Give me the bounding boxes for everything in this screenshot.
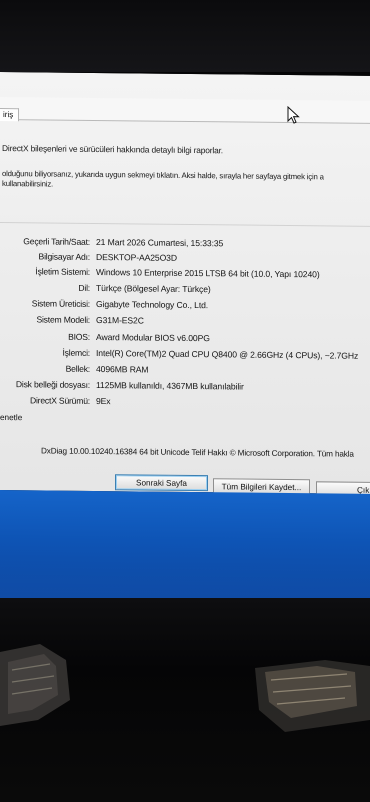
info-label: Geçerli Tarih/Saat: [23, 236, 90, 247]
desk-object-right [255, 660, 370, 732]
mouse-pointer-icon [287, 106, 300, 124]
next-page-button[interactable]: Sonraki Sayfa [115, 474, 208, 492]
info-row-directx: DirectX Sürümü: 9Ex [0, 395, 370, 414]
divider [0, 222, 370, 227]
intro-text: DirectX bileşenleri ve sürücüleri hakkın… [2, 143, 223, 156]
info-value: Gigabyte Technology Co., Ltd. [96, 299, 209, 311]
dxdiag-window: iriş DirectX bileşenleri ve sürücüleri h… [0, 72, 370, 499]
monitor-screen: iriş DirectX bileşenleri ve sürücüleri h… [0, 72, 370, 604]
desk-object-left [0, 644, 70, 726]
info-label: Sistem Üreticisi: [31, 298, 90, 309]
info-value: 1125MB kullanıldı, 4367MB kullanılabilir [96, 380, 244, 392]
monitor-top-bezel [0, 0, 370, 72]
info-label: Dil: [78, 282, 90, 293]
info-value: DESKTOP-AA25O3D [96, 252, 177, 263]
info-value: 21 Mart 2026 Cumartesi, 15:33:35 [96, 237, 224, 249]
info-value: Windows 10 Enterprise 2015 LTSB 64 bit (… [96, 267, 320, 280]
system-info-panel: Geçerli Tarih/Saat: 21 Mart 2026 Cumarte… [0, 236, 370, 406]
version-copyright-text: DxDiag 10.00.10240.16384 64 bit Unicode … [41, 446, 354, 459]
info-value: 9Ex [96, 396, 111, 407]
info-label: BIOS: [68, 331, 90, 342]
info-value: Intel(R) Core(TM)2 Quad CPU Q8400 @ 2.66… [96, 348, 359, 361]
whql-check-label: enetle [0, 413, 23, 423]
tab-sistem[interactable]: iriş [0, 107, 20, 122]
info-value: Award Modular BIOS v6.00PG [96, 332, 210, 344]
info-label: Bilgisayar Adı: [38, 251, 90, 262]
tab-strip [0, 97, 370, 124]
info-label: İşlemci: [62, 347, 90, 358]
info-row-model: Sistem Modeli: G31M-ES2C [0, 314, 370, 333]
info-value: Türkçe (Bölgesel Ayar: Türkçe) [96, 283, 211, 295]
info-label: Sistem Modeli: [36, 314, 90, 325]
info-label: Bellek: [65, 363, 90, 374]
desktop-gradient [0, 542, 370, 604]
info-value: G31M-ES2C [96, 315, 144, 326]
info-label: Disk belleği dosyası: [15, 379, 90, 390]
info-label: DirectX Sürümü: [29, 395, 90, 406]
info-label: İşletim Sistemi: [35, 266, 90, 277]
hint-text: olduğunu biliyorsanız, yukarıda uygun se… [2, 169, 324, 192]
info-value: 4096MB RAM [96, 364, 149, 375]
